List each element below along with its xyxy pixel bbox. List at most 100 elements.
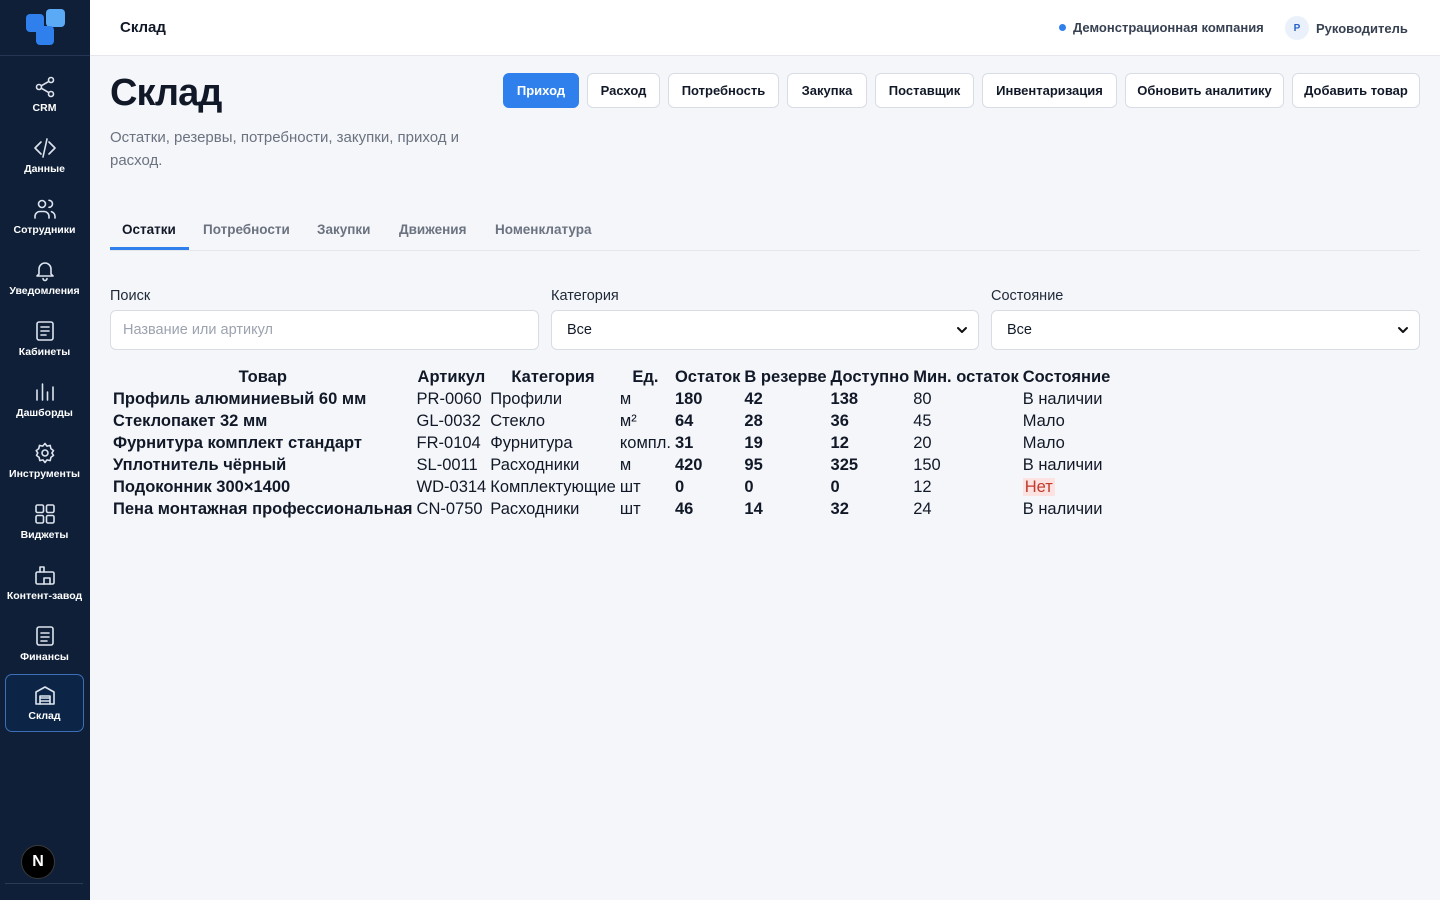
min-stock: 24 bbox=[913, 500, 932, 518]
sku: WD-0314 bbox=[416, 478, 487, 496]
sidebar-item-dashboards[interactable]: Дашборды bbox=[5, 372, 84, 430]
column-header[interactable]: Ед. bbox=[619, 366, 672, 388]
column-header[interactable]: Артикул bbox=[416, 366, 488, 388]
status: В наличии bbox=[1022, 500, 1103, 518]
state-select[interactable]: Все bbox=[991, 310, 1420, 350]
app-logo[interactable] bbox=[24, 8, 68, 48]
status-badge: Нет bbox=[1022, 478, 1055, 496]
tab-needs[interactable]: Потребности bbox=[203, 222, 290, 237]
unit: шт bbox=[619, 478, 641, 496]
table-row[interactable]: Стеклопакет 32 мм GL-0032 Стекло м² 64 2… bbox=[112, 410, 1111, 432]
tab-stock[interactable]: Остатки bbox=[122, 222, 176, 237]
grid-icon bbox=[34, 504, 55, 524]
unit: м² bbox=[619, 412, 637, 430]
table-row[interactable]: Подоконник 300×1400 WD-0314 Комплектующи… bbox=[112, 476, 1111, 498]
available-qty: 0 bbox=[830, 478, 840, 496]
status-dot-icon bbox=[1059, 24, 1066, 31]
sku: GL-0032 bbox=[416, 412, 481, 430]
product-name: Профиль алюминиевый 60 мм bbox=[113, 390, 367, 408]
category: Комплектующие bbox=[490, 478, 616, 496]
sku: CN-0750 bbox=[416, 500, 483, 518]
sidebar-item-label: Инструменты bbox=[9, 468, 80, 480]
column-header[interactable]: Мин. остаток bbox=[912, 366, 1020, 388]
sku: SL-0011 bbox=[416, 456, 478, 474]
sidebar-item-label: Склад bbox=[28, 710, 61, 722]
stock-table: Товар Артикул Категория Ед. Остаток В ре… bbox=[110, 366, 1113, 520]
reserved-qty: 0 bbox=[744, 478, 754, 496]
column-header[interactable]: Остаток bbox=[674, 366, 741, 388]
min-stock: 20 bbox=[913, 434, 932, 452]
expense-button[interactable]: Расход bbox=[587, 73, 660, 108]
status: Мало bbox=[1022, 412, 1065, 430]
reserved-qty: 28 bbox=[744, 412, 763, 430]
category: Профили bbox=[490, 390, 563, 408]
purchase-button[interactable]: Закупка bbox=[787, 73, 867, 108]
search-placeholder: Название или артикул bbox=[123, 322, 273, 338]
avatar: Р bbox=[1285, 16, 1309, 40]
table-row[interactable]: Пена монтажная профессиональная CN-0750 … bbox=[112, 498, 1111, 520]
refresh-analytics-button[interactable]: Обновить аналитику bbox=[1125, 73, 1284, 108]
status: Нет bbox=[1022, 476, 1112, 498]
bar-chart-icon bbox=[35, 383, 54, 401]
tab-movements[interactable]: Движения bbox=[399, 222, 466, 237]
reserved-qty: 42 bbox=[744, 390, 763, 408]
column-header[interactable]: Состояние bbox=[1022, 366, 1112, 388]
inventory-button[interactable]: Инвентаризация bbox=[982, 73, 1117, 108]
table-header-row: Товар Артикул Категория Ед. Остаток В ре… bbox=[112, 366, 1111, 388]
sidebar-item-cabinets[interactable]: Кабинеты bbox=[5, 311, 84, 369]
stock-qty: 31 bbox=[674, 434, 694, 452]
sidebar-item-notifications[interactable]: Уведомления bbox=[5, 250, 84, 308]
bell-icon bbox=[35, 262, 54, 282]
column-header[interactable]: Категория bbox=[489, 366, 617, 388]
min-stock: 45 bbox=[913, 412, 932, 430]
framework-badge[interactable]: N bbox=[21, 845, 55, 879]
unit: м bbox=[619, 390, 632, 408]
product-name: Уплотнитель чёрный bbox=[113, 456, 287, 474]
stock-qty: 180 bbox=[674, 390, 703, 408]
min-stock: 12 bbox=[913, 478, 932, 496]
sidebar-item-label: Кабинеты bbox=[18, 346, 71, 358]
tab-bar: Остатки Потребности Закупки Движения Ном… bbox=[110, 210, 1420, 251]
column-header[interactable]: Товар bbox=[112, 366, 414, 388]
stock-qty: 46 bbox=[674, 500, 694, 518]
sidebar-item-widgets[interactable]: Виджеты bbox=[5, 494, 84, 552]
tab-nomenclature[interactable]: Номенклатура bbox=[495, 222, 592, 237]
column-header[interactable]: Доступно bbox=[830, 366, 911, 388]
sidebar-item-finance[interactable]: Финансы bbox=[5, 616, 84, 674]
company-name: Демонстрационная компания bbox=[1073, 20, 1264, 35]
category-select[interactable]: Все bbox=[551, 310, 979, 350]
sidebar-divider bbox=[5, 883, 83, 884]
add-product-button[interactable]: Добавить товар bbox=[1292, 73, 1420, 108]
available-qty: 36 bbox=[830, 412, 849, 430]
topbar-title: Склад bbox=[120, 19, 166, 36]
product-name: Стеклопакет 32 мм bbox=[113, 412, 268, 430]
company-selector[interactable]: Демонстрационная компания bbox=[1059, 20, 1264, 35]
table-row[interactable]: Уплотнитель чёрный SL-0011 Расходники м … bbox=[112, 454, 1111, 476]
sidebar-item-tools[interactable]: Инструменты bbox=[5, 433, 84, 491]
column-header[interactable]: В резерве bbox=[743, 366, 827, 388]
sku: PR-0060 bbox=[416, 390, 482, 408]
unit: шт bbox=[619, 500, 641, 518]
sidebar-item-label: Сотрудники bbox=[13, 224, 76, 236]
category: Стекло bbox=[490, 412, 546, 430]
sidebar-item-warehouse[interactable]: Склад bbox=[5, 674, 84, 732]
sidebar-item-data[interactable]: Данные bbox=[5, 128, 84, 186]
gear-icon bbox=[34, 442, 54, 464]
sidebar-divider bbox=[0, 55, 90, 56]
income-button[interactable]: Приход bbox=[503, 73, 579, 108]
supplier-button[interactable]: Поставщик bbox=[875, 73, 974, 108]
need-button[interactable]: Потребность bbox=[668, 73, 779, 108]
category: Расходники bbox=[490, 456, 580, 474]
sidebar-item-label: Виджеты bbox=[20, 529, 69, 541]
search-input[interactable]: Название или артикул bbox=[110, 310, 539, 350]
user-menu[interactable]: Р Руководитель bbox=[1285, 16, 1408, 40]
sidebar-item-content-factory[interactable]: Контент-завод bbox=[5, 555, 84, 613]
table-row[interactable]: Фурнитура комплект стандарт FR-0104 Фурн… bbox=[112, 432, 1111, 454]
sidebar-item-employees[interactable]: Сотрудники bbox=[5, 189, 84, 247]
users-icon bbox=[33, 199, 56, 219]
unit: компл. bbox=[619, 434, 671, 452]
category-label: Категория bbox=[551, 288, 619, 304]
search-label: Поиск bbox=[110, 288, 151, 304]
tab-purchases[interactable]: Закупки bbox=[317, 222, 370, 237]
table-row[interactable]: Профиль алюминиевый 60 мм PR-0060 Профил… bbox=[112, 388, 1111, 410]
